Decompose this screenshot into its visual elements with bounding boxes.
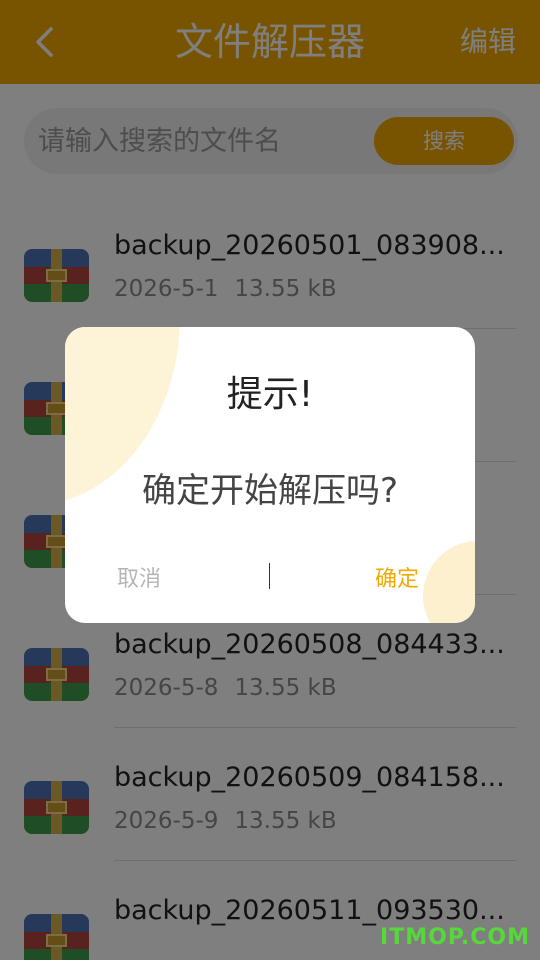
dialog-title: 提示! (226, 374, 314, 415)
dialog-decoration (423, 541, 475, 623)
dialog-message: 确定开始解压吗? (141, 471, 399, 511)
confirm-button[interactable]: 确定 (375, 561, 419, 593)
confirm-dialog: 提示! 确定开始解压吗? 取消 确定 (65, 327, 475, 623)
watermark: ITMOP.COM (380, 925, 530, 950)
button-divider (269, 563, 270, 589)
cancel-button[interactable]: 取消 (117, 561, 161, 593)
